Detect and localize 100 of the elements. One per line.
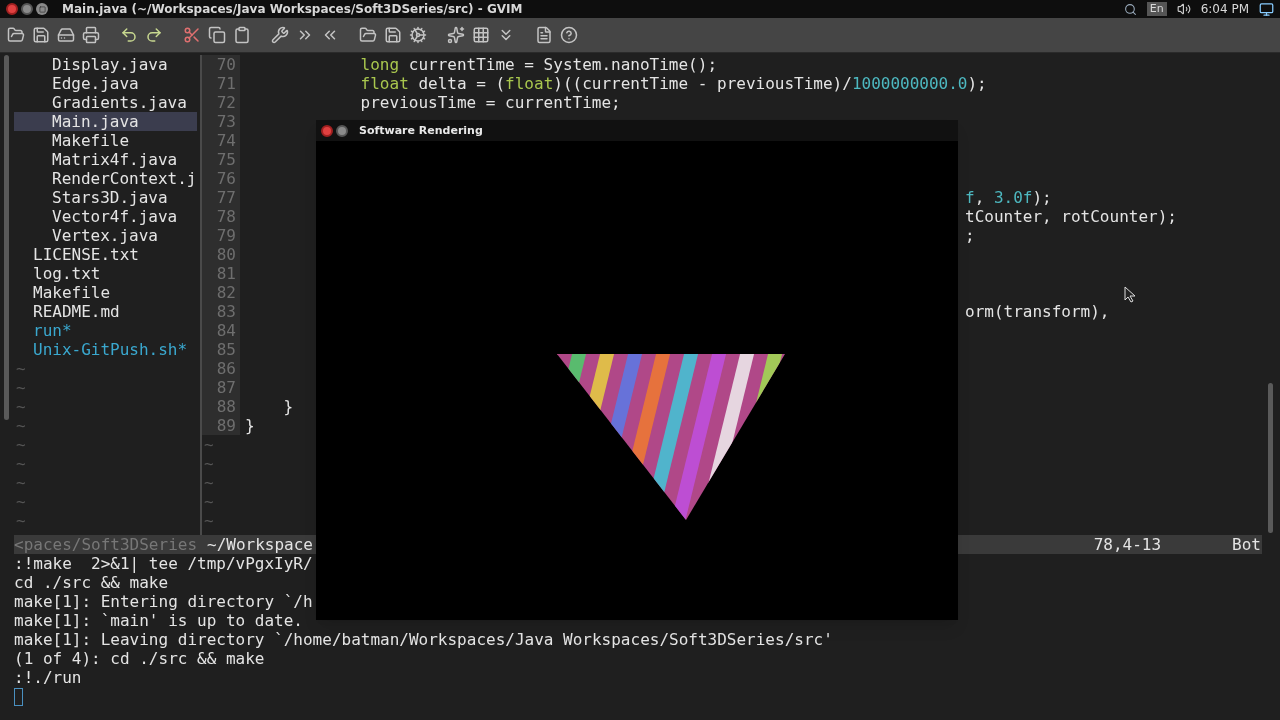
empty-line-marker: ~	[204, 454, 214, 473]
save-icon[interactable]	[384, 26, 402, 44]
status-path-dim: <paces/Soft3DSeries	[14, 535, 198, 554]
command-output-line: (1 of 4): cd ./src && make	[14, 649, 265, 668]
line-number: 79	[216, 226, 236, 245]
code-line: }	[282, 397, 294, 416]
minimize-button[interactable]	[21, 3, 33, 15]
code-line: }	[245, 416, 255, 435]
minimize-button[interactable]	[336, 124, 348, 137]
file-tree-item[interactable]: Display.java	[14, 55, 197, 74]
empty-line-marker: ~	[16, 359, 26, 378]
line-number: 84	[216, 321, 236, 340]
line-number: 74	[216, 131, 236, 150]
file-tree-item[interactable]: Gradients.java	[14, 93, 197, 112]
save-icon[interactable]	[32, 26, 50, 44]
line-number: 82	[216, 283, 236, 302]
command-output-line: :!make 2>&1| tee /tmp/vPgxIyR/	[14, 554, 313, 573]
empty-line-marker: ~	[16, 473, 26, 492]
scrollbar-thumb[interactable]	[4, 55, 9, 420]
volume-icon[interactable]	[1176, 2, 1191, 16]
empty-line-marker: ~	[16, 378, 26, 397]
command-output-line: make[1]: Entering directory `/h	[14, 592, 313, 611]
print-icon[interactable]	[82, 26, 100, 44]
empty-line-marker: ~	[16, 397, 26, 416]
file-tree-item[interactable]: RenderContext.j	[14, 169, 197, 188]
file-tree-item[interactable]: Stars3D.java	[14, 188, 197, 207]
command-output-line: make[1]: Leaving directory `/home/batman/Workspaces/Java Workspaces/Soft3DSeries/src'	[14, 630, 833, 649]
window-title: Software Rendering	[359, 123, 483, 139]
wrench-icon[interactable]	[271, 26, 289, 44]
command-output-line: cd ./src && make	[14, 573, 169, 592]
file-tree-item[interactable]: Makefile	[14, 131, 197, 150]
line-number: 81	[216, 264, 236, 283]
maximize-button[interactable]	[36, 3, 48, 15]
cut-icon[interactable]	[183, 26, 201, 44]
monitor-icon[interactable]	[1259, 1, 1274, 17]
code-fragment: ;	[965, 226, 975, 245]
empty-line-marker: ~	[16, 454, 26, 473]
text-cursor	[14, 687, 23, 706]
empty-line-marker: ~	[16, 416, 26, 435]
file-tree-item[interactable]: run*	[14, 321, 197, 340]
empty-line-marker: ~	[16, 435, 26, 454]
line-number: 72	[216, 93, 236, 112]
paste-icon[interactable]	[233, 26, 251, 44]
empty-line-marker: ~	[204, 435, 214, 454]
command-output-line: make[1]: `main' is up to date.	[14, 611, 303, 630]
copy-icon[interactable]	[208, 26, 226, 44]
file-tree-item[interactable]: Matrix4f.java	[14, 150, 197, 169]
line-number: 85	[216, 340, 236, 359]
empty-line-marker: ~	[204, 511, 214, 530]
close-button[interactable]	[321, 124, 333, 137]
line-number: 70	[216, 55, 236, 74]
file-tree-item[interactable]: Unix-GitPush.sh*	[14, 340, 197, 359]
redo-icon[interactable]	[145, 26, 163, 44]
folder-icon[interactable]	[359, 26, 377, 44]
empty-line-marker: ~	[16, 511, 26, 530]
line-number: 80	[216, 245, 236, 264]
document-icon[interactable]	[535, 26, 553, 44]
cursor-position: 78,4-13	[1093, 535, 1162, 554]
file-tree-item[interactable]: Vertex.java	[14, 226, 197, 245]
line-number: 76	[216, 169, 236, 188]
close-button[interactable]	[6, 3, 18, 15]
clock[interactable]: 6:04 PM	[1200, 0, 1249, 19]
sparkle-icon[interactable]	[447, 26, 465, 44]
line-number: 73	[216, 112, 236, 131]
file-tree-item[interactable]: README.md	[14, 302, 197, 321]
gear-icon[interactable]	[409, 26, 427, 44]
help-icon[interactable]	[560, 26, 578, 44]
line-number: 83	[216, 302, 236, 321]
line-number: 87	[216, 378, 236, 397]
search-icon[interactable]	[1123, 2, 1137, 16]
command-output-line: :!./run	[14, 668, 82, 687]
empty-line-marker: ~	[204, 492, 214, 511]
code-fragment: orm(transform),	[965, 302, 1110, 321]
keyboard-layout-indicator[interactable]: En	[1146, 2, 1167, 16]
window-title: Main.java (~/Workspaces/Java Workspaces/Soft3DSeries/src) - GVIM	[62, 0, 523, 18]
file-tree-item[interactable]: log.txt	[14, 264, 197, 283]
drive-icon[interactable]	[57, 26, 75, 44]
scrollbar-thumb[interactable]	[1268, 383, 1273, 533]
code-fragment: f, 3.0f);	[965, 188, 1052, 207]
line-number: 75	[216, 150, 236, 169]
line-number: 86	[216, 359, 236, 378]
scroll-position: Bot	[1232, 535, 1261, 554]
grid-icon[interactable]	[472, 26, 490, 44]
line-number: 71	[216, 74, 236, 93]
line-number: 77	[216, 188, 236, 207]
line-number: 88	[216, 397, 236, 416]
line-number: 89	[216, 416, 236, 435]
file-tree-item[interactable]: Main.java	[14, 112, 197, 131]
empty-line-marker: ~	[16, 492, 26, 511]
file-tree-item[interactable]: Makefile	[14, 283, 197, 302]
empty-line-marker: ~	[204, 473, 214, 492]
file-tree-item[interactable]: LICENSE.txt	[14, 245, 197, 264]
folder-icon[interactable]	[7, 26, 25, 44]
status-path: ~/Workspace	[207, 535, 313, 554]
undo-icon[interactable]	[120, 26, 138, 44]
line-number: 78	[216, 207, 236, 226]
file-tree-item[interactable]: Vector4f.java	[14, 207, 197, 226]
file-tree-item[interactable]: Edge.java	[14, 74, 197, 93]
code-line: float delta = (float)((currentTime - previousTime)/1000000000.0);	[359, 74, 987, 93]
code-line: previousTime = currentTime;	[359, 93, 621, 112]
